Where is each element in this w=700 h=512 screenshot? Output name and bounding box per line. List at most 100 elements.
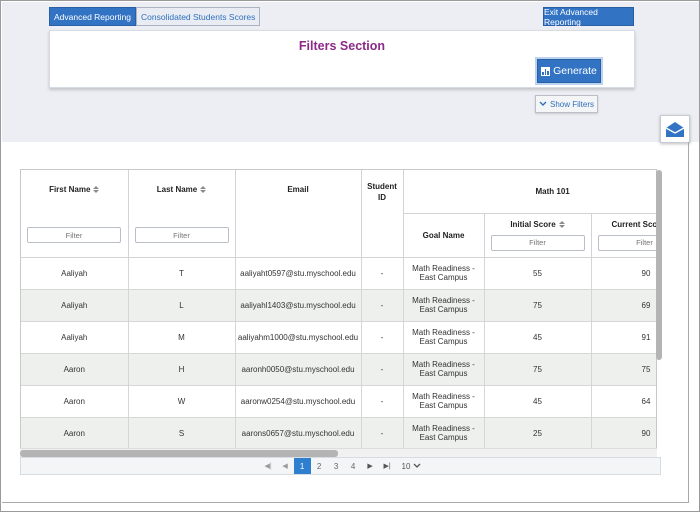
last-name-cell: W xyxy=(128,385,236,418)
student-id-cell: - xyxy=(361,257,404,290)
filters-section-title: Filters Section xyxy=(298,39,386,53)
current-score-filter-input[interactable] xyxy=(597,234,656,251)
vertical-scrollbar[interactable] xyxy=(656,170,662,360)
page-3-button[interactable]: 3 xyxy=(328,458,345,474)
generate-label: Generate xyxy=(553,65,597,77)
student-id-cell: - xyxy=(361,321,404,354)
current-score-cell: 90 xyxy=(591,257,656,290)
reporting-header-area: Advanced Reporting Consolidated Students… xyxy=(2,2,699,143)
current-score-cell: 75 xyxy=(591,353,656,386)
goal-name-cell: Math Readiness - East Campus xyxy=(403,353,485,386)
email-cell: aaliyahm1000@stu.myschool.edu xyxy=(235,321,362,354)
prev-page-icon[interactable]: ◀ xyxy=(277,458,294,474)
initial-score-cell: 25 xyxy=(484,417,592,450)
table-row: Aaliyah T aaliyaht0597@stu.myschool.edu … xyxy=(21,257,656,290)
group-header-math-101: Math 101 xyxy=(403,170,656,214)
table-row: Aaliyah M aaliyahm1000@stu.myschool.edu … xyxy=(21,321,656,354)
last-name-header: Last Name xyxy=(156,185,198,194)
email-cell: aaronw0254@stu.myschool.edu xyxy=(235,385,362,418)
current-score-cell: 91 xyxy=(591,321,656,354)
goal-name-cell: Math Readiness - East Campus xyxy=(403,385,485,418)
show-filters-button[interactable]: Show Filters xyxy=(535,95,598,113)
email-cell: aaliyahl1403@stu.myschool.edu xyxy=(235,289,362,322)
initial-score-cell: 55 xyxy=(484,257,592,290)
first-name-cell: Aaron xyxy=(21,385,129,418)
content-border-right xyxy=(688,142,689,502)
last-name-filter-input[interactable] xyxy=(134,227,229,243)
column-email: Email xyxy=(235,170,362,258)
page-2-button[interactable]: 2 xyxy=(311,458,328,474)
exit-advanced-reporting-button[interactable]: Exit Advanced Reporting xyxy=(543,7,634,27)
table-row: Aaliyah L aaliyahl1403@stu.myschool.edu … xyxy=(21,289,656,322)
scores-table: First Name Last Name Email Student ID xyxy=(21,170,657,450)
initial-score-cell: 45 xyxy=(484,385,592,418)
tab-consolidated-students-scores[interactable]: Consolidated Students Scores xyxy=(136,7,261,26)
current-score-cell: 64 xyxy=(591,385,656,418)
table-row: Aaron W aaronw0254@stu.myschool.edu - Ma… xyxy=(21,385,656,418)
first-name-cell: Aaliyah xyxy=(21,321,129,354)
first-name-cell: Aaliyah xyxy=(21,289,129,322)
next-page-icon[interactable]: ▶ xyxy=(362,458,379,474)
page-size-value: 10 xyxy=(401,461,411,471)
column-last-name: Last Name xyxy=(128,170,236,258)
mail-icon xyxy=(665,121,685,137)
goal-name-cell: Math Readiness - East Campus xyxy=(403,321,485,354)
horizontal-scrollbar[interactable] xyxy=(20,448,657,457)
first-name-cell: Aaron xyxy=(21,353,129,386)
math-101-header: Math 101 xyxy=(535,186,570,196)
email-report-button[interactable] xyxy=(660,115,690,143)
last-name-cell: S xyxy=(128,417,236,450)
column-student-id: Student ID xyxy=(361,170,404,258)
last-name-cell: H xyxy=(128,353,236,386)
page-4-button[interactable]: 4 xyxy=(345,458,362,474)
column-initial-score: Initial Score xyxy=(484,213,592,258)
student-id-cell: - xyxy=(361,385,404,418)
first-name-cell: Aaron xyxy=(21,417,129,450)
generate-button[interactable]: Generate xyxy=(537,59,601,83)
students-scores-grid: First Name Last Name Email Student ID xyxy=(20,169,657,457)
chevron-down-icon xyxy=(413,463,421,468)
sort-icon[interactable] xyxy=(558,220,565,228)
goal-name-header: Goal Name xyxy=(422,230,465,240)
column-first-name: First Name xyxy=(21,170,129,258)
page-1-button[interactable]: 1 xyxy=(293,458,311,474)
column-goal-name: Goal Name xyxy=(403,213,485,258)
last-name-cell: M xyxy=(128,321,236,354)
table-row: Aaron H aaronh0050@stu.myschool.edu - Ma… xyxy=(21,353,656,386)
email-cell: aaliyaht0597@stu.myschool.edu xyxy=(235,257,362,290)
goal-name-cell: Math Readiness - East Campus xyxy=(403,289,485,322)
first-name-header: First Name xyxy=(49,185,91,194)
horizontal-scrollbar-thumb[interactable] xyxy=(20,450,338,457)
initial-score-cell: 45 xyxy=(484,321,592,354)
sort-icon[interactable] xyxy=(200,186,207,194)
initial-score-filter-input[interactable] xyxy=(490,234,585,251)
last-name-cell: T xyxy=(128,257,236,290)
first-name-filter-input[interactable] xyxy=(27,227,121,243)
first-page-icon[interactable]: ◀| xyxy=(260,458,277,474)
last-page-icon[interactable]: ▶| xyxy=(379,458,396,474)
email-cell: aarons0657@stu.myschool.edu xyxy=(235,417,362,450)
content-border-bottom xyxy=(2,502,689,503)
chevron-down-icon xyxy=(539,101,547,106)
email-cell: aaronh0050@stu.myschool.edu xyxy=(235,353,362,386)
show-filters-label: Show Filters xyxy=(549,99,594,109)
last-name-cell: L xyxy=(128,289,236,322)
tab-advanced-reporting[interactable]: Advanced Reporting xyxy=(49,7,137,26)
pagination: ◀| ◀ 1 2 3 4 ▶ ▶| 10 xyxy=(20,457,661,475)
report-tabs: Advanced Reporting Consolidated Students… xyxy=(49,7,261,26)
current-score-header: Current Sco xyxy=(611,219,657,229)
column-current-score: Current Sco xyxy=(591,213,657,258)
initial-score-cell: 75 xyxy=(484,289,592,322)
student-id-cell: - xyxy=(361,353,404,386)
page-size-select[interactable]: 10 xyxy=(402,462,422,471)
goal-name-cell: Math Readiness - East Campus xyxy=(403,417,485,450)
email-header: Email xyxy=(287,185,309,194)
sort-icon[interactable] xyxy=(93,186,100,194)
filters-panel: Filters Section Generate xyxy=(49,30,635,88)
student-id-cell: - xyxy=(361,417,404,450)
first-name-cell: Aaliyah xyxy=(21,257,129,290)
initial-score-cell: 75 xyxy=(484,353,592,386)
student-id-header: Student ID xyxy=(367,182,397,202)
current-score-cell: 69 xyxy=(591,289,656,322)
bar-chart-icon xyxy=(541,66,551,76)
